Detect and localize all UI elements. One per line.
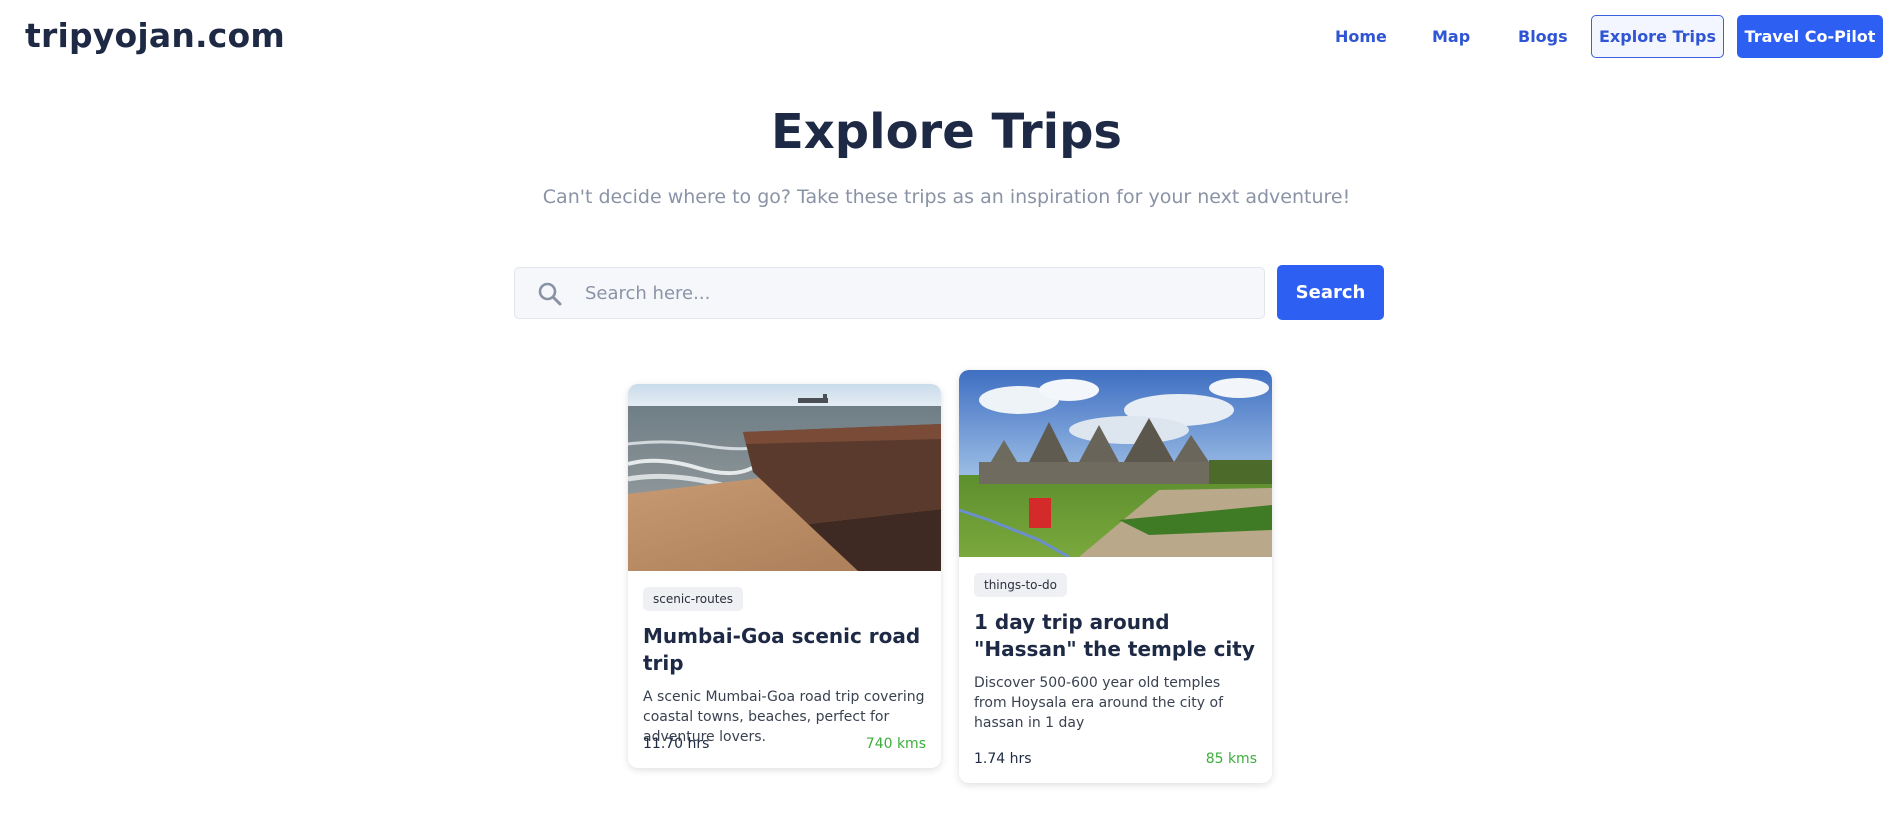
trip-description: Discover 500-600 year old temples from H…	[974, 675, 1224, 731]
nav-map-link[interactable]: Map	[1432, 27, 1470, 46]
trip-duration: 1.74 hrs	[974, 751, 1032, 767]
page-title: Explore Trips	[771, 104, 1122, 160]
explore-trips-button[interactable]: Explore Trips	[1591, 15, 1724, 58]
trip-image-temples	[959, 370, 1272, 557]
trip-tag[interactable]: things-to-do	[974, 573, 1068, 597]
search-bar	[514, 267, 1265, 319]
search-icon	[538, 282, 562, 306]
trip-title[interactable]: 1 day trip around "Hassan" the temple ci…	[974, 609, 1257, 663]
trip-card[interactable]: things-to-do 1 day trip around "Hassan" …	[959, 370, 1272, 783]
trip-image-fort-beach	[628, 384, 941, 571]
trip-duration: 11.70 hrs	[643, 736, 710, 752]
site-logo[interactable]: tripyojan.com	[25, 16, 285, 55]
trip-tag[interactable]: scenic-routes	[643, 587, 744, 611]
trip-title[interactable]: Mumbai-Goa scenic road trip	[643, 623, 926, 677]
trip-distance: 740 kms	[865, 736, 926, 752]
search-input[interactable]	[585, 268, 1255, 318]
nav-blogs-link[interactable]: Blogs	[1518, 27, 1568, 46]
search-button[interactable]: Search	[1277, 265, 1384, 320]
trip-distance: 85 kms	[1205, 751, 1257, 767]
top-nav: tripyojan.com Home Map Blogs Explore Tri…	[0, 0, 1893, 80]
trip-card[interactable]: scenic-routes Mumbai-Goa scenic road tri…	[628, 384, 941, 768]
nav-home-link[interactable]: Home	[1335, 27, 1387, 46]
page-subtitle: Can't decide where to go? Take these tri…	[542, 186, 1351, 208]
travel-copilot-button[interactable]: Travel Co-Pilot	[1737, 15, 1883, 58]
